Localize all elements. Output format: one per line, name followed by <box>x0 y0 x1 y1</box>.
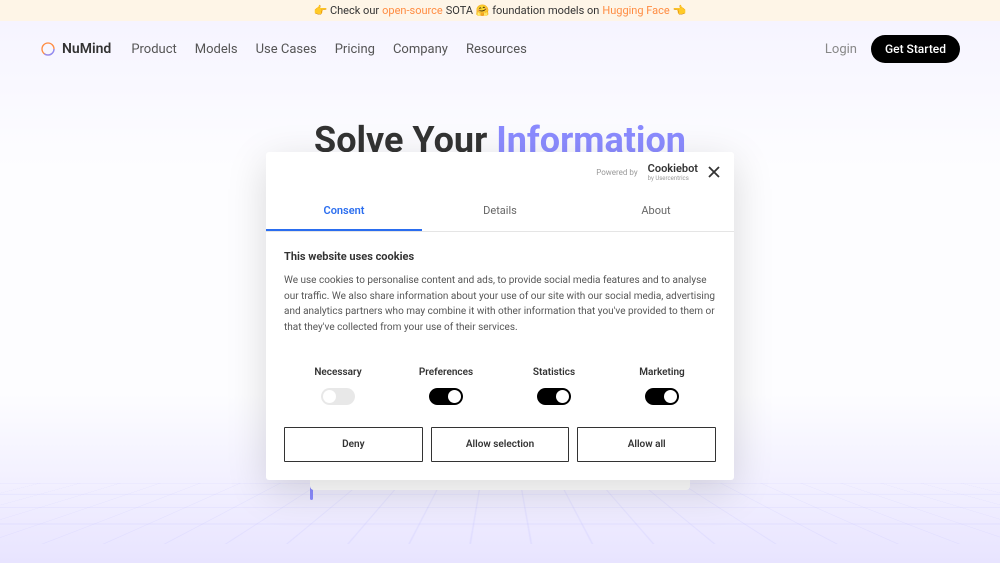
toggle-preferences-switch[interactable] <box>429 388 463 405</box>
tab-details[interactable]: Details <box>422 192 578 231</box>
close-icon <box>708 166 720 178</box>
modal-tabs: Consent Details About <box>266 192 734 232</box>
cookiebot-logo[interactable]: Cookiebot by Usercentrics <box>648 162 698 182</box>
toggle-necessary-switch <box>321 388 355 405</box>
toggle-marketing-switch[interactable] <box>645 388 679 405</box>
toggle-row: Necessary Preferences Statistics Marketi… <box>266 353 734 415</box>
close-button[interactable] <box>708 163 720 182</box>
powered-by-text: Powered by <box>596 168 637 177</box>
button-row: Deny Allow selection Allow all <box>266 415 734 480</box>
modal-body: This website uses cookies We use cookies… <box>266 232 734 353</box>
toggle-preferences: Preferences <box>392 367 500 409</box>
toggle-necessary: Necessary <box>284 367 392 409</box>
cookie-modal-overlay: Powered by Cookiebot by Usercentrics Con… <box>0 0 1000 563</box>
deny-button[interactable]: Deny <box>284 427 423 462</box>
cookie-title: This website uses cookies <box>284 250 716 263</box>
toggle-statistics: Statistics <box>500 367 608 409</box>
allow-all-button[interactable]: Allow all <box>577 427 716 462</box>
modal-header: Powered by Cookiebot by Usercentrics <box>266 152 734 192</box>
cookie-description: We use cookies to personalise content an… <box>284 273 716 335</box>
tab-about[interactable]: About <box>578 192 734 231</box>
allow-selection-button[interactable]: Allow selection <box>431 427 570 462</box>
cookie-modal: Powered by Cookiebot by Usercentrics Con… <box>266 152 734 480</box>
toggle-statistics-switch[interactable] <box>537 388 571 405</box>
toggle-marketing: Marketing <box>608 367 716 409</box>
tab-consent[interactable]: Consent <box>266 192 422 231</box>
